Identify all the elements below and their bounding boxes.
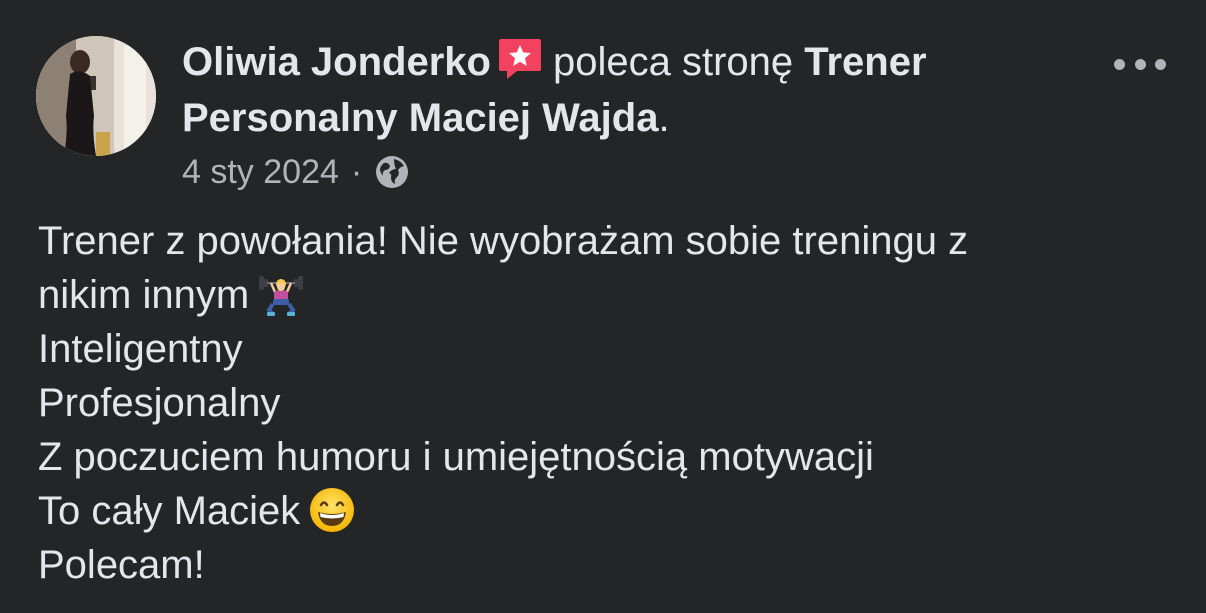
meta-separator: · (350, 152, 363, 191)
post-text-line: nikim innym (38, 268, 1178, 322)
avatar-photo (36, 36, 156, 156)
recommendation-post: Oliwia Jonderko poleca stronę Trener Pers… (0, 0, 1206, 613)
post-text-line: Z poczuciem humoru i umiejętnością motyw… (38, 435, 874, 479)
author-name[interactable]: Oliwia Jonderko (182, 40, 491, 84)
post-text-line: Profesjonalny (38, 381, 281, 425)
page-name-suffix: . (658, 96, 670, 140)
post-meta: 4 sty 2024 · (182, 152, 410, 192)
author-avatar[interactable] (36, 36, 156, 156)
more-options-icon[interactable] (1114, 52, 1166, 76)
post-text-line: Trener z powołania! Nie wyobrażam sobie … (38, 219, 969, 263)
post-header: Oliwia Jonderko poleca stronę Trener Pers… (182, 34, 1082, 146)
grinning-face-emoji (308, 486, 356, 534)
globe-icon[interactable] (374, 154, 410, 190)
post-text-line: Inteligentny (38, 327, 243, 371)
weightlifter-emoji (257, 270, 305, 318)
post-text-line: To cały Maciek (38, 484, 1178, 538)
recommendation-action: poleca stronę (552, 40, 794, 84)
more-dot (1134, 58, 1146, 70)
more-dot (1155, 58, 1166, 70)
more-dot (1114, 58, 1125, 70)
post-text-line: Polecam! (38, 543, 205, 587)
recommendation-star-icon (497, 37, 543, 81)
post-date[interactable]: 4 sty 2024 (182, 153, 339, 192)
post-body: Trener z powołania! Nie wyobrażam sobie … (38, 214, 1178, 592)
